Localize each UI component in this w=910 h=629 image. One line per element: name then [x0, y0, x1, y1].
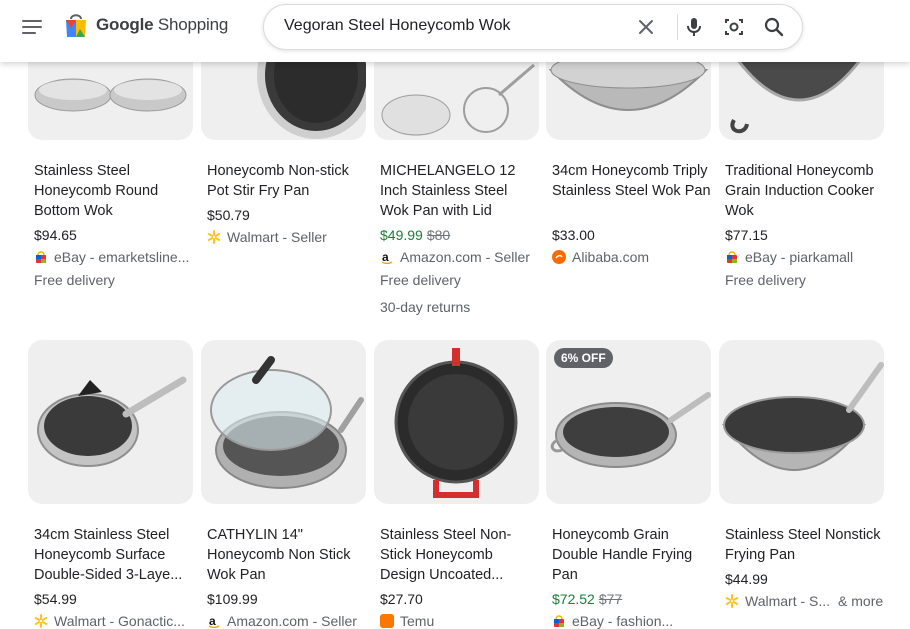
product-seller[interactable]: a Amazon.com - Seller: [207, 613, 372, 629]
product-image[interactable]: 6% OFF: [546, 340, 711, 504]
product-seller[interactable]: eBay - piarkamall: [725, 249, 890, 265]
walmart-icon: [725, 594, 739, 608]
product-image[interactable]: [28, 340, 193, 504]
product-title[interactable]: CATHYLIN 14" Honeycomb Non Stick Wok Pan: [207, 525, 367, 585]
product-image[interactable]: [201, 340, 366, 504]
more-sellers-link[interactable]: & more: [838, 593, 883, 609]
amazon-icon: a: [381, 250, 393, 264]
shopping-bag-logo-icon: [66, 14, 86, 37]
product-title[interactable]: Stainless Steel Honeycomb Round Bottom W…: [34, 161, 194, 221]
product-title[interactable]: Stainless Steel Nonstick Frying Pan: [725, 525, 885, 565]
product-seller[interactable]: Walmart - S... & more: [725, 593, 890, 609]
top-bar: Google Shopping: [0, 0, 910, 62]
product-seller[interactable]: Alibaba.com: [552, 249, 717, 265]
ebay-icon: [727, 251, 737, 263]
product-seller[interactable]: Walmart - Seller: [207, 229, 372, 245]
ebay-icon: [36, 251, 46, 263]
product-seller[interactable]: Temu: [380, 613, 545, 629]
discount-badge: 6% OFF: [554, 348, 613, 368]
product-seller[interactable]: a Amazon.com - Seller: [380, 249, 545, 265]
main-menu-icon[interactable]: [22, 19, 42, 35]
ebay-icon: [554, 615, 564, 627]
product-image[interactable]: [374, 340, 539, 504]
product-title[interactable]: Traditional Honeycomb Grain Induction Co…: [725, 161, 885, 221]
clear-search-icon[interactable]: [634, 15, 658, 39]
product-title[interactable]: Stainless Steel Non-Stick Honeycomb Desi…: [380, 525, 540, 585]
delivery-info: Free delivery: [34, 272, 115, 288]
product-title[interactable]: 34cm Stainless Steel Honeycomb Surface D…: [34, 525, 194, 585]
alibaba-icon: [552, 250, 566, 264]
product-seller[interactable]: Walmart - Gonactic...: [34, 613, 199, 629]
product-price: $72.52 $77: [552, 591, 623, 607]
temu-icon: [380, 614, 394, 628]
google-shopping-logo[interactable]: Google Shopping: [64, 12, 228, 38]
product-title[interactable]: MICHELANGELO 12 Inch Stainless Steel Wok…: [380, 161, 540, 221]
product-price: $27.70: [380, 591, 423, 607]
lens-camera-icon[interactable]: [722, 15, 746, 39]
search-bar: [263, 4, 803, 50]
product-price: $77.15: [725, 227, 768, 243]
product-price: $54.99: [34, 591, 77, 607]
walmart-icon: [207, 230, 221, 244]
delivery-info: Free delivery: [725, 272, 806, 288]
amazon-icon: a: [208, 614, 220, 628]
product-seller[interactable]: eBay - emarketsline...: [34, 249, 199, 265]
product-title[interactable]: 34cm Honeycomb Triply Stainless Steel Wo…: [552, 161, 712, 201]
logo-text: Google Shopping: [96, 15, 229, 34]
search-divider: [677, 14, 678, 40]
product-price: $50.79: [207, 207, 250, 223]
product-title[interactable]: Honeycomb Non-stick Pot Stir Fry Pan: [207, 161, 367, 201]
product-price: $44.99: [725, 571, 768, 587]
product-price: $109.99: [207, 591, 258, 607]
search-input[interactable]: [284, 17, 614, 35]
product-image[interactable]: [719, 340, 884, 504]
microphone-icon[interactable]: [682, 15, 706, 39]
product-price: $49.99 $80: [380, 227, 451, 243]
delivery-info: Free delivery: [380, 272, 461, 288]
returns-info: 30-day returns: [380, 299, 471, 315]
product-price: $33.00: [552, 227, 595, 243]
product-seller[interactable]: eBay - fashion...: [552, 613, 717, 629]
walmart-icon: [34, 614, 48, 628]
search-icon[interactable]: [762, 15, 786, 39]
product-price: $94.65: [34, 227, 77, 243]
product-title[interactable]: Honeycomb Grain Double Handle Frying Pan: [552, 525, 712, 585]
